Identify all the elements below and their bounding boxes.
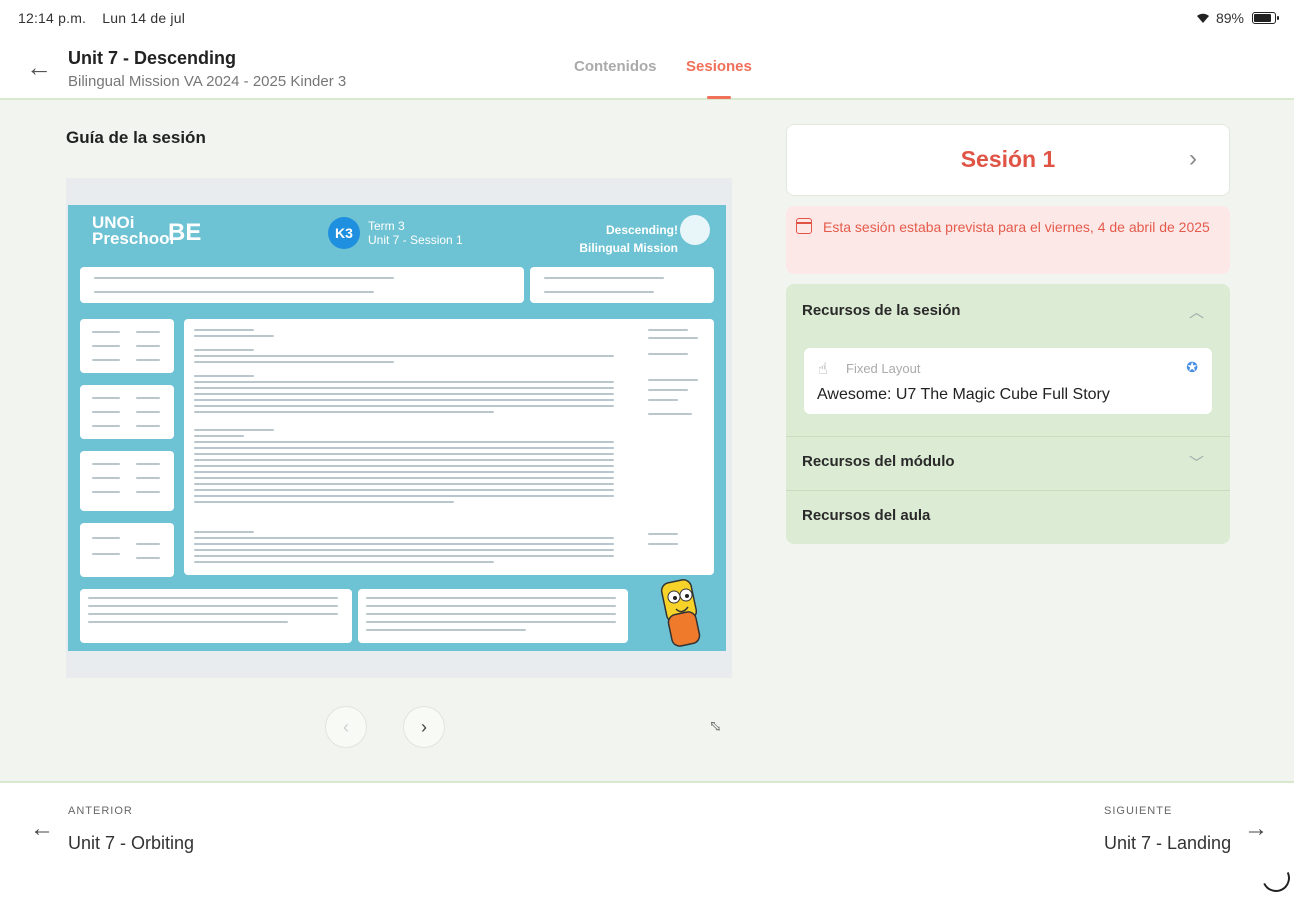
page-subtitle: Bilingual Mission VA 2024 - 2025 Kinder …	[68, 73, 347, 90]
next-unit-label: SIGUIENTE	[1104, 805, 1173, 817]
status-time: 12:14 p.m.	[18, 10, 87, 26]
session-date-alert: Esta sesión estaba prevista para el vier…	[786, 206, 1230, 274]
chevron-up-icon[interactable]: ︿	[1189, 301, 1204, 322]
doc-section-box	[80, 267, 524, 303]
doc-section-box	[530, 267, 714, 303]
battery-icon	[1252, 12, 1279, 24]
previous-page-button[interactable]: ‹	[325, 706, 367, 748]
next-page-button[interactable]: ›	[403, 706, 445, 748]
page-title: Unit 7 - Descending	[68, 48, 237, 68]
alert-text: Esta sesión estaba prevista para el vier…	[823, 215, 1223, 240]
tab-sesiones[interactable]: Sesiones	[686, 58, 752, 75]
session-guide-page: UNOi Preschool BE K3 Term 3 Unit 7 - Ses…	[68, 205, 726, 651]
session-resources-header[interactable]: Recursos de la sesión	[802, 302, 960, 319]
session-guide-title: Guía de la sesión	[66, 128, 206, 147]
chevron-down-icon[interactable]: ﹀	[1189, 452, 1204, 473]
be-logo: BE	[168, 219, 202, 246]
tab-contenidos[interactable]: Contenidos	[574, 58, 657, 75]
doc-term: Term 3 Unit 7 - Session 1	[368, 219, 463, 247]
module-resources-header[interactable]: Recursos del módulo	[802, 453, 955, 470]
previous-unit-link[interactable]: Unit 7 - Orbiting	[68, 833, 194, 854]
next-unit-link[interactable]: Unit 7 - Landing	[1104, 833, 1231, 854]
active-tab-indicator	[707, 96, 731, 99]
doc-section-box	[80, 319, 174, 373]
doc-brand-line2: Bilingual Mission	[579, 241, 678, 255]
resource-title: Awesome: U7 The Magic Cube Full Story	[817, 386, 1110, 403]
previous-unit-arrow-icon[interactable]: ←	[30, 815, 54, 843]
doc-section-box	[358, 589, 628, 643]
doc-brand: Descending! Bilingual Mission	[579, 221, 678, 257]
mascot-illustration	[660, 579, 701, 647]
status-bar: 12:14 p.m. Lun 14 de jul 89%	[0, 0, 1294, 36]
session-selector[interactable]: Sesión 1 ›	[786, 124, 1230, 196]
unoi-logo: UNOi Preschool	[92, 213, 175, 248]
classroom-resources-header[interactable]: Recursos del aula	[802, 507, 930, 524]
doc-section-box	[184, 319, 714, 575]
wifi-icon	[1196, 13, 1209, 23]
doc-section-box	[80, 589, 352, 643]
alert-text-prefix: Esta sesión estaba prevista para el	[823, 219, 1045, 235]
back-arrow-icon[interactable]: ←	[26, 54, 52, 80]
expand-icon[interactable]: ⇔	[701, 710, 732, 740]
resource-type: Fixed Layout	[846, 361, 921, 376]
doc-section-box	[80, 385, 174, 439]
doc-brand-line1: Descending!	[605, 223, 678, 237]
app-header: ← Unit 7 - Descending Bilingual Mission …	[0, 36, 1294, 100]
doc-section-box	[80, 523, 174, 577]
next-unit-arrow-icon[interactable]: →	[1244, 815, 1268, 843]
calendar-icon	[796, 218, 812, 234]
share-icon[interactable]: ✪	[1186, 359, 1198, 376]
previous-unit-label: ANTERIOR	[68, 805, 133, 817]
battery-percent: 89%	[1215, 10, 1244, 26]
chevron-right-icon[interactable]: ›	[1189, 145, 1197, 173]
doc-term-label: Term 3	[368, 219, 405, 233]
grade-badge: K3	[328, 217, 360, 249]
status-date: Lun 14 de jul	[102, 10, 186, 26]
touch-icon: ☝	[818, 361, 828, 378]
session-guide-viewer[interactable]: UNOi Preschool BE K3 Term 3 Unit 7 - Ses…	[66, 178, 732, 678]
resource-item[interactable]: ☝ Fixed Layout ✪ Awesome: U7 The Magic C…	[804, 348, 1212, 414]
session-title: Sesión 1	[960, 146, 1056, 172]
doc-session-label: Unit 7 - Session 1	[368, 233, 463, 247]
alert-date: viernes, 4 de abril de 2025	[1044, 219, 1210, 235]
globe-icon	[680, 215, 710, 245]
doc-section-box	[80, 451, 174, 511]
unit-navigation-footer: ← ANTERIOR Unit 7 - Orbiting SIGUIENTE U…	[0, 781, 1294, 900]
resources-panel: Recursos de la sesión ︿ ☝ Fixed Layout ✪…	[786, 284, 1230, 544]
divider	[786, 436, 1230, 437]
battery-level	[1254, 14, 1271, 22]
divider	[786, 490, 1230, 491]
